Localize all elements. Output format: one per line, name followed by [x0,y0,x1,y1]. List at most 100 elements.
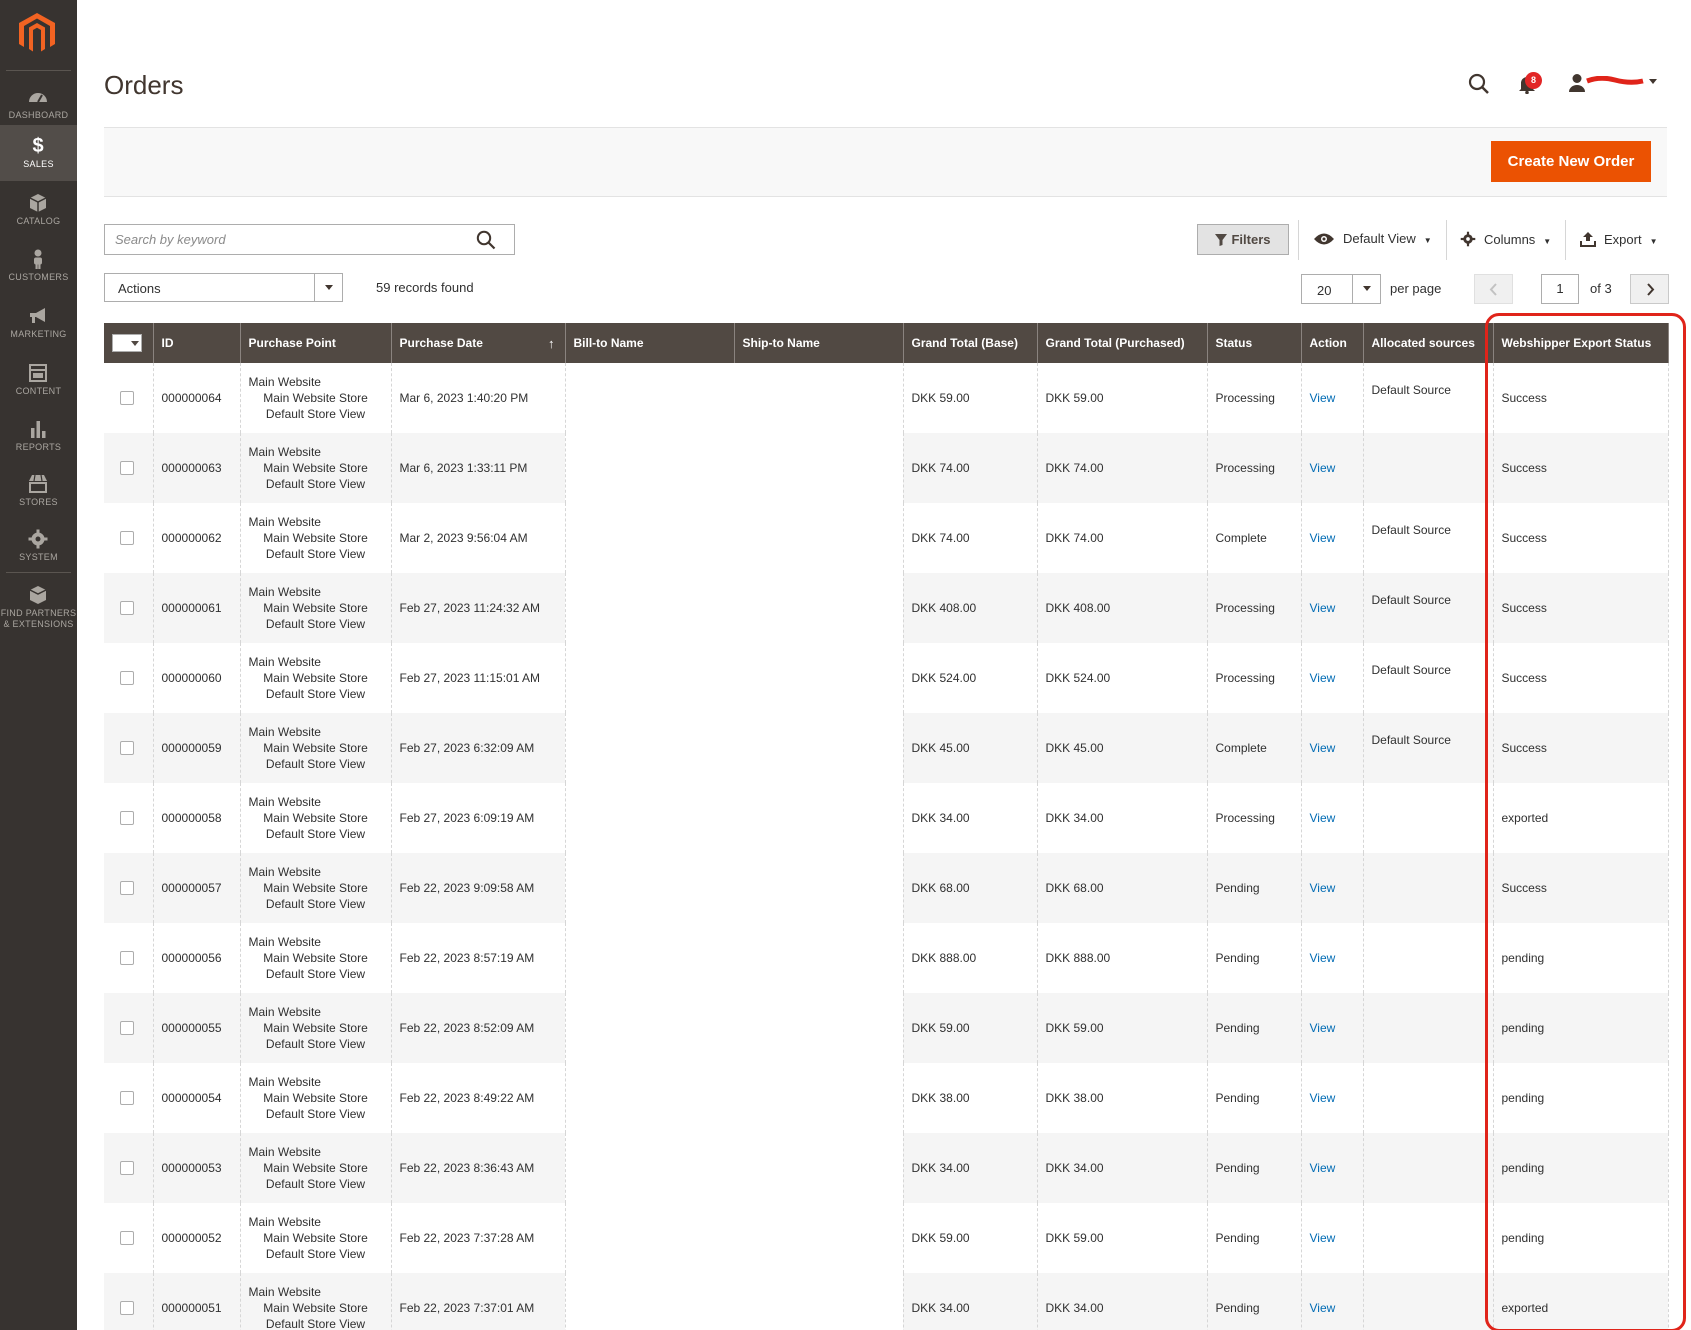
table-row[interactable]: 000000057 Main Website Main Website Store D… [104,853,1669,923]
bill-to-name-cell-redacted [565,363,734,433]
create-new-order-button[interactable]: Create New Order [1491,141,1651,182]
sidebar-item-reports[interactable]: REPORTS [0,408,77,464]
row-checkbox[interactable] [120,741,134,755]
view-order-link[interactable]: View [1310,1231,1336,1245]
user-menu-caret-icon[interactable] [1649,79,1657,85]
grand-total-base-cell: DKK 524.00 [903,643,1038,713]
purchase-point-cell: Main Website Main Website Store Default St… [240,713,392,783]
mass-actions-select[interactable]: Actions [104,273,343,302]
table-row[interactable]: 000000059 Main Website Main Website Store D… [104,713,1669,783]
sidebar-item-content[interactable]: CONTENT [0,352,77,408]
action-cell: View [1301,1063,1364,1133]
next-page-button[interactable] [1630,274,1669,304]
view-order-link[interactable]: View [1310,391,1336,405]
view-order-link[interactable]: View [1310,461,1336,475]
table-row[interactable]: 000000055 Main Website Main Website Store D… [104,993,1669,1063]
table-row[interactable]: 000000053 Main Website Main Website Store D… [104,1133,1669,1203]
default-view-dropdown[interactable]: Default View ▼ [1313,231,1432,246]
column-header-bill-to-name[interactable]: Bill-to Name [565,323,735,363]
column-header-purchase-date[interactable]: Purchase Date ↑ [391,323,566,363]
row-checkbox[interactable] [120,1021,134,1035]
purchase-point-website: Main Website [248,865,321,879]
view-order-link[interactable]: View [1310,671,1336,685]
ship-to-name-cell-redacted [734,1203,904,1273]
order-id-cell: 000000064 [153,363,241,433]
magento-logo[interactable] [18,12,56,54]
view-order-link[interactable]: View [1310,811,1336,825]
row-checkbox[interactable] [120,1091,134,1105]
row-checkbox[interactable] [120,811,134,825]
order-status-cell: Processing [1207,363,1302,433]
table-row[interactable]: 000000058 Main Website Main Website Store D… [104,783,1669,853]
row-checkbox[interactable] [120,881,134,895]
action-cell: View [1301,923,1364,993]
column-header-allocated-sources[interactable]: Allocated sources [1363,323,1494,363]
megaphone-icon [30,308,45,323]
row-checkbox[interactable] [120,951,134,965]
sidebar-item-dashboard[interactable]: DASHBOARD [0,76,77,132]
view-order-link[interactable]: View [1310,1021,1336,1035]
row-checkbox[interactable] [120,601,134,615]
view-order-link[interactable]: View [1310,951,1336,965]
grand-total-base-cell: DKK 34.00 [903,1273,1038,1330]
sidebar-item-find-partners[interactable]: FIND PARTNERS & EXTENSIONS [0,574,77,638]
table-row[interactable]: 000000063 Main Website Main Website Store D… [104,433,1669,503]
admin-sidebar: DASHBOARD $ SALES CATALOG CUSTOMERS MARK… [0,0,77,1330]
view-order-link[interactable]: View [1310,601,1336,615]
global-search-icon[interactable] [1468,73,1490,95]
row-checkbox[interactable] [120,1161,134,1175]
columns-dropdown[interactable]: Columns ▼ [1460,231,1551,247]
row-checkbox[interactable] [120,1231,134,1245]
row-checkbox[interactable] [120,671,134,685]
sidebar-item-customers[interactable]: CUSTOMERS [0,238,77,294]
purchase-point-website: Main Website [248,1075,321,1089]
user-icon[interactable] [1568,73,1586,93]
search-input[interactable] [105,225,465,254]
view-order-link[interactable]: View [1310,741,1336,755]
per-page-select[interactable]: 20 [1301,274,1381,304]
table-row[interactable]: 000000054 Main Website Main Website Store D… [104,1063,1669,1133]
search-icon[interactable] [476,230,496,250]
previous-page-button[interactable] [1474,274,1513,304]
bill-to-name-cell-redacted [565,783,734,853]
grand-total-purchased-cell: DKK 68.00 [1037,853,1208,923]
action-cell: View [1301,433,1364,503]
order-id-cell: 000000053 [153,1133,241,1203]
row-checkbox[interactable] [120,531,134,545]
view-order-link[interactable]: View [1310,531,1336,545]
table-row[interactable]: 000000052 Main Website Main Website Store D… [104,1203,1669,1273]
sidebar-item-stores[interactable]: STORES [0,463,77,519]
table-row[interactable]: 000000061 Main Website Main Website Store D… [104,573,1669,643]
row-checkbox[interactable] [120,1301,134,1315]
store-icon [29,474,47,493]
table-row[interactable]: 000000062 Main Website Main Website Store D… [104,503,1669,573]
column-header-grand-total-base[interactable]: Grand Total (Base) [903,323,1038,363]
row-checkbox[interactable] [120,461,134,475]
sidebar-item-sales[interactable]: $ SALES [0,125,77,181]
column-header-grand-total-purchased[interactable]: Grand Total (Purchased) [1037,323,1208,363]
column-header-id[interactable]: ID [153,323,241,363]
sidebar-item-catalog[interactable]: CATALOG [0,182,77,238]
column-header-ship-to-name[interactable]: Ship-to Name [734,323,904,363]
table-row[interactable]: 000000056 Main Website Main Website Store D… [104,923,1669,993]
row-checkbox[interactable] [120,391,134,405]
mass-select-checkbox[interactable] [112,334,142,352]
mass-select-header[interactable] [104,323,154,363]
purchase-point-store-view: Default Store View [265,617,366,631]
current-page-input[interactable]: 1 [1541,274,1579,304]
view-order-link[interactable]: View [1310,1161,1336,1175]
export-dropdown[interactable]: Export ▼ [1580,231,1658,247]
table-row[interactable]: 000000064 Main Website Main Website Store D… [104,363,1669,433]
column-header-purchase-point[interactable]: Purchase Point [240,323,392,363]
filters-button[interactable]: Filters [1197,224,1289,255]
view-order-link[interactable]: View [1310,1301,1336,1315]
table-row[interactable]: 000000060 Main Website Main Website Store D… [104,643,1669,713]
sidebar-item-system[interactable]: SYSTEM [0,518,77,574]
records-found-count: 59 records found [376,280,474,295]
view-order-link[interactable]: View [1310,881,1336,895]
column-header-status[interactable]: Status [1207,323,1302,363]
purchase-point-store: Main Website Store [263,811,368,825]
view-order-link[interactable]: View [1310,1091,1336,1105]
table-row[interactable]: 000000051 Main Website Main Website Store D… [104,1273,1669,1330]
sidebar-item-marketing[interactable]: MARKETING [0,295,77,351]
